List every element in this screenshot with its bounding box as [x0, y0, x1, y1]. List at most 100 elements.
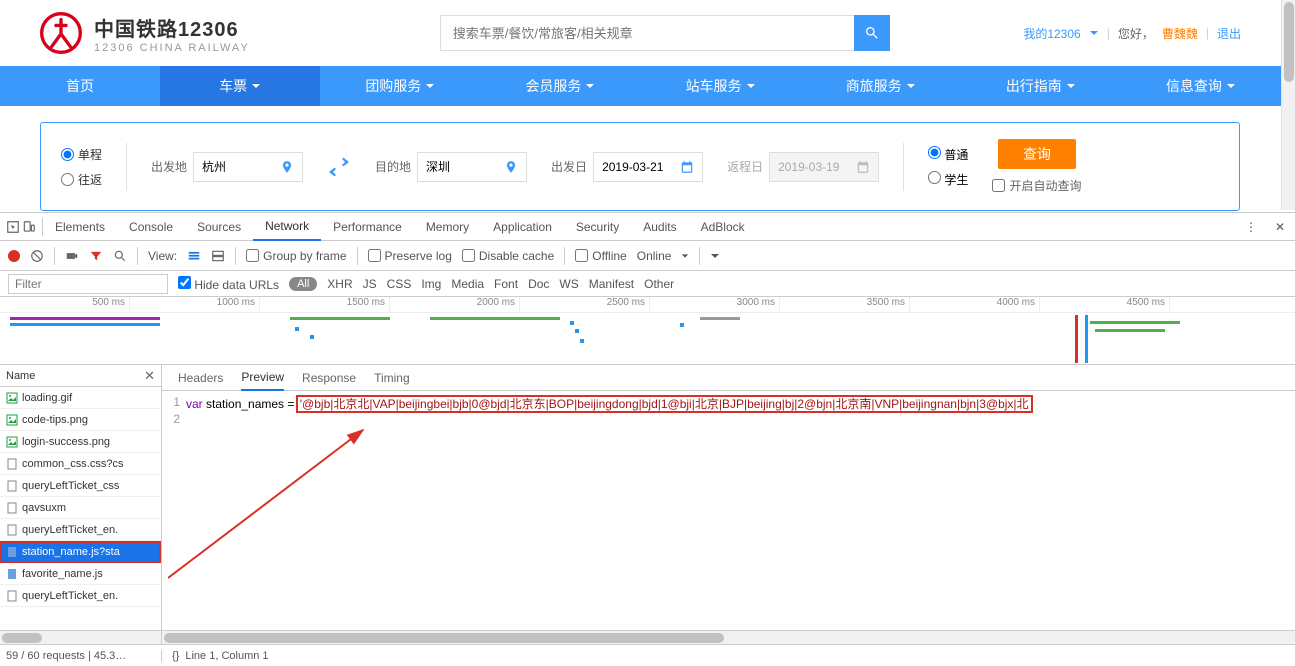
request-row[interactable]: queryLeftTicket_en.	[0, 585, 161, 607]
devtools-tab-network[interactable]: Network	[253, 213, 321, 241]
devtools-tab-memory[interactable]: Memory	[414, 213, 481, 241]
file-icon	[6, 546, 18, 558]
nav-item-6[interactable]: 出行指南	[961, 66, 1121, 106]
trip-round-radio[interactable]: 往返	[61, 171, 102, 188]
filter-all-chip[interactable]: All	[289, 277, 317, 291]
detail-tab-preview[interactable]: Preview	[241, 365, 284, 391]
devtools-tab-application[interactable]: Application	[481, 213, 564, 241]
logout-link[interactable]: 退出	[1217, 25, 1241, 42]
nav-item-0[interactable]: 首页	[0, 66, 160, 106]
search-icon[interactable]	[113, 249, 127, 263]
return-date-input	[769, 152, 879, 182]
devtools-tab-console[interactable]: Console	[117, 213, 185, 241]
greeting-text: 您好，	[1118, 25, 1154, 42]
devtools-menu-icon[interactable]: ⋮	[1237, 220, 1265, 234]
nav-item-5[interactable]: 商旅服务	[801, 66, 961, 106]
query-button[interactable]: 查询	[998, 139, 1076, 169]
devtools-tabs: ElementsConsoleSourcesNetworkPerformance…	[0, 213, 1295, 241]
network-request-list: Name ✕ loading.gifcode-tips.pnglogin-succ…	[0, 365, 162, 630]
filter-type-doc[interactable]: Doc	[528, 277, 549, 291]
large-view-icon[interactable]	[211, 249, 225, 263]
filter-type-media[interactable]: Media	[451, 277, 484, 291]
devtools-tab-audits[interactable]: Audits	[631, 213, 688, 241]
request-row[interactable]: queryLeftTicket_css	[0, 475, 161, 497]
preserve-log-checkbox[interactable]: Preserve log	[368, 249, 452, 263]
clear-icon[interactable]	[30, 249, 44, 263]
detail-tab-response[interactable]: Response	[302, 365, 356, 391]
from-label: 出发地	[151, 158, 187, 175]
filter-type-ws[interactable]: WS	[559, 277, 578, 291]
list-view-icon[interactable]	[187, 249, 201, 263]
request-row[interactable]: code-tips.png	[0, 409, 161, 431]
seat-normal-radio[interactable]: 普通	[928, 146, 968, 163]
chevron-down-icon	[425, 81, 435, 91]
hide-data-urls-checkbox[interactable]: Hide data URLs	[178, 276, 279, 292]
request-row[interactable]: queryLeftTicket_en.	[0, 519, 161, 541]
camera-icon[interactable]	[65, 249, 79, 263]
from-input[interactable]	[193, 152, 303, 182]
network-filter-bar: Hide data URLs All XHR JS CSS Img Media Font D…	[0, 271, 1295, 297]
filter-type-img[interactable]: Img	[421, 277, 441, 291]
filter-icon[interactable]	[89, 249, 103, 263]
trip-type-group: 单程 往返	[61, 146, 102, 188]
page-scrollbar[interactable]	[1281, 0, 1295, 210]
devtools-tab-adblock[interactable]: AdBlock	[689, 213, 757, 241]
record-button[interactable]	[8, 250, 20, 262]
file-icon	[6, 458, 18, 470]
request-row[interactable]: favorite_name.js	[0, 563, 161, 585]
network-filter-input[interactable]	[8, 274, 168, 294]
chevron-down-icon[interactable]	[710, 251, 720, 261]
filter-type-js[interactable]: JS	[363, 277, 377, 291]
list-hscrollbar[interactable]	[0, 630, 162, 644]
global-search-button[interactable]	[854, 15, 890, 51]
filter-type-css[interactable]: CSS	[387, 277, 412, 291]
file-icon	[6, 414, 18, 426]
filter-type-xhr[interactable]: XHR	[327, 277, 352, 291]
request-row[interactable]: qavsuxm	[0, 497, 161, 519]
devtools-close-icon[interactable]: ✕	[1265, 220, 1295, 234]
depart-date-input[interactable]	[593, 152, 703, 182]
my-account-link[interactable]: 我的12306	[1023, 25, 1080, 42]
nav-item-7[interactable]: 信息查询	[1121, 66, 1281, 106]
device-toggle-icon[interactable]	[22, 220, 36, 234]
swap-icon[interactable]	[327, 155, 351, 179]
detail-hscrollbar[interactable]	[162, 630, 1295, 644]
nav-item-3[interactable]: 会员服务	[480, 66, 640, 106]
to-input[interactable]	[417, 152, 527, 182]
preview-code[interactable]: 1var station_names = '@bjb|北京北|VAP|beiji…	[162, 391, 1295, 630]
filter-type-font[interactable]: Font	[494, 277, 518, 291]
filter-type-manifest[interactable]: Manifest	[589, 277, 634, 291]
request-row[interactable]: login-success.png	[0, 431, 161, 453]
close-sidebar-icon[interactable]: ✕	[144, 368, 155, 384]
nav-item-2[interactable]: 团购服务	[320, 66, 480, 106]
request-row[interactable]: common_css.css?cs	[0, 453, 161, 475]
nav-item-4[interactable]: 站车服务	[641, 66, 801, 106]
disable-cache-checkbox[interactable]: Disable cache	[462, 249, 554, 263]
detail-tab-timing[interactable]: Timing	[374, 365, 410, 391]
devtools-tab-security[interactable]: Security	[564, 213, 631, 241]
trip-oneway-radio[interactable]: 单程	[61, 146, 102, 163]
nav-item-1[interactable]: 车票	[160, 66, 320, 106]
return-date-label: 返程日	[727, 158, 763, 175]
request-row[interactable]: loading.gif	[0, 387, 161, 409]
logo[interactable]: 中国铁路12306 12306 CHINA RAILWAY	[40, 12, 250, 54]
devtools-tab-sources[interactable]: Sources	[185, 213, 253, 241]
seat-student-radio[interactable]: 学生	[928, 171, 968, 188]
file-icon	[6, 436, 18, 448]
devtools-tab-elements[interactable]: Elements	[43, 213, 117, 241]
file-icon	[6, 524, 18, 536]
network-waterfall[interactable]: 500 ms1000 ms1500 ms2000 ms2500 ms3000 m…	[0, 297, 1295, 365]
auto-query-checkbox[interactable]: 开启自动查询	[992, 177, 1081, 194]
search-icon	[864, 25, 880, 41]
inspect-icon[interactable]	[6, 220, 20, 234]
detail-tab-headers[interactable]: Headers	[178, 365, 223, 391]
global-search-input[interactable]	[440, 15, 854, 51]
devtools-tab-performance[interactable]: Performance	[321, 213, 414, 241]
throttle-select[interactable]: Online	[637, 249, 672, 263]
file-icon	[6, 568, 18, 580]
list-header-name[interactable]: Name	[6, 370, 35, 382]
offline-checkbox[interactable]: Offline	[575, 249, 626, 263]
filter-type-other[interactable]: Other	[644, 277, 674, 291]
request-row[interactable]: station_name.js?sta	[0, 541, 161, 563]
group-by-frame-checkbox[interactable]: Group by frame	[246, 249, 346, 263]
